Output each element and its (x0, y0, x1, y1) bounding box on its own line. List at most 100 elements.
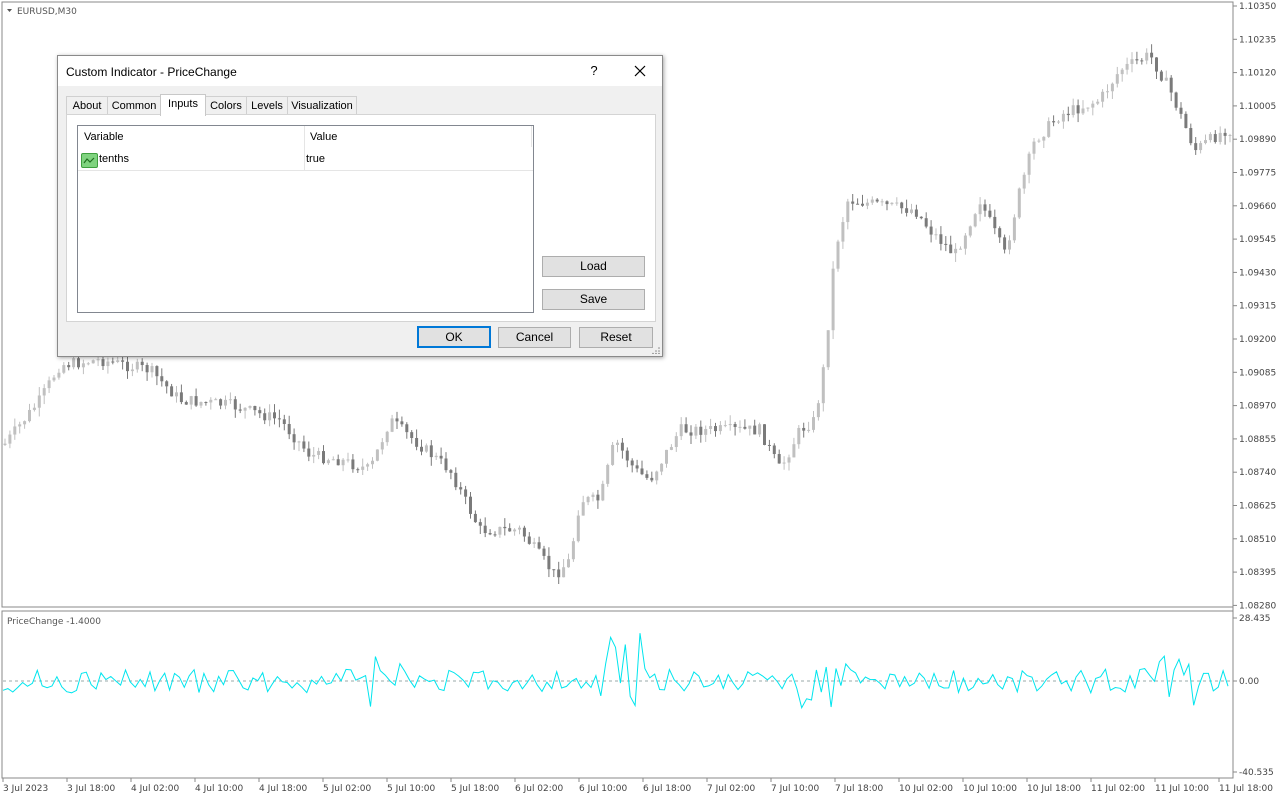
candle-body (96, 359, 100, 361)
candle-body (1164, 77, 1168, 81)
candle-body (993, 216, 997, 229)
collapse-triangle-icon[interactable] (7, 9, 12, 12)
symbol-label: EURUSD,M30 (17, 7, 77, 17)
indicator-frame (1, 610, 1234, 779)
candle-body (351, 459, 355, 470)
candle-body (268, 412, 272, 421)
candle-body (1052, 121, 1056, 123)
candle-body (86, 363, 90, 365)
candle-body (777, 454, 781, 464)
time-tick-label: 11 Jul 02:00 (1091, 784, 1145, 794)
inputs-grid[interactable]: Variable Value tenths true (77, 125, 534, 313)
reset-button[interactable]: Reset (579, 327, 653, 348)
variable-name-cell[interactable]: tenths (99, 149, 129, 169)
candle-body (753, 425, 757, 435)
candle-body (483, 525, 487, 534)
tab-visualization[interactable]: Visualization (287, 96, 357, 115)
candle-body (287, 424, 291, 435)
candle-body (233, 399, 237, 410)
tab-about[interactable]: About (66, 96, 108, 115)
price-tick-label: 1.08625 (1239, 502, 1276, 512)
candle-body (473, 513, 477, 523)
candle-body (733, 424, 737, 427)
candle-body (767, 444, 771, 446)
candle-body (1003, 237, 1007, 250)
dialog-titlebar[interactable]: Custom Indicator - PriceChange ? (58, 56, 662, 86)
candle-body (532, 542, 536, 544)
candle-body (219, 399, 223, 406)
time-tick-label: 6 Jul 02:00 (515, 784, 564, 794)
candle-body (130, 369, 134, 372)
candle-body (557, 569, 561, 578)
time-tick-label: 4 Jul 18:00 (259, 784, 308, 794)
candle-body (302, 441, 306, 449)
candle-body (620, 442, 624, 451)
candle-body (375, 449, 379, 461)
candle-body (645, 474, 649, 478)
price-tick-label: 1.08510 (1239, 535, 1276, 545)
candle-body (145, 365, 149, 373)
price-tick-label: 1.09660 (1239, 202, 1276, 212)
candle-body (934, 234, 938, 236)
candle-body (1135, 59, 1139, 61)
candle-body (959, 248, 962, 250)
candle-body (988, 210, 992, 217)
cancel-button[interactable]: Cancel (498, 327, 571, 348)
candle-body (434, 455, 438, 458)
candle-body (449, 470, 453, 473)
candle-body (841, 222, 845, 242)
tab-common[interactable]: Common (107, 96, 161, 115)
candle-body (52, 377, 56, 381)
time-tick-label: 10 Jul 10:00 (963, 784, 1017, 794)
variable-column-header[interactable]: Variable (84, 126, 124, 147)
time-tick-label: 6 Jul 18:00 (643, 784, 692, 794)
candle-body (1032, 141, 1036, 154)
dialog-title: Custom Indicator - PriceChange (66, 65, 237, 79)
candle-body (944, 243, 948, 245)
candle-body (488, 533, 492, 535)
candle-body (371, 460, 374, 465)
candle-body (679, 424, 683, 437)
load-button[interactable]: Load (542, 256, 645, 277)
candle-body (954, 248, 958, 254)
candle-body (963, 235, 967, 249)
price-tick-label: 1.08395 (1239, 568, 1276, 578)
resize-grip-icon[interactable] (652, 346, 660, 354)
candle-body (23, 421, 27, 425)
candle-body (836, 241, 840, 269)
time-tick-label: 4 Jul 02:00 (131, 784, 180, 794)
price-tick-label: 1.09200 (1239, 335, 1276, 345)
tab-colors[interactable]: Colors (205, 96, 247, 115)
candle-body (1204, 140, 1207, 144)
candle-body (1106, 91, 1109, 93)
help-button[interactable]: ? (578, 58, 610, 84)
candle-body (1101, 91, 1105, 102)
bool-variable-icon (81, 153, 98, 168)
candle-body (1218, 132, 1222, 142)
candle-body (596, 494, 600, 501)
candle-body (356, 469, 360, 471)
candle-body (400, 421, 404, 425)
candle-body (738, 426, 742, 428)
candle-body (121, 360, 125, 362)
candle-body (865, 202, 869, 206)
candle-body (718, 425, 722, 432)
candle-body (723, 425, 727, 427)
candle-body (949, 244, 953, 254)
candle-body (243, 407, 247, 411)
tab-inputs[interactable]: Inputs (160, 94, 206, 116)
candle-body (968, 226, 972, 236)
candle-body (802, 427, 806, 431)
price-change-line (2, 633, 1229, 710)
tab-levels[interactable]: Levels (246, 96, 288, 115)
save-button[interactable]: Save (542, 289, 645, 310)
close-button[interactable] (624, 58, 656, 84)
candle-body (1189, 128, 1193, 144)
value-column-header[interactable]: Value (310, 126, 337, 147)
candle-body (238, 409, 242, 411)
time-tick-label: 3 Jul 18:00 (67, 784, 116, 794)
candle-body (513, 529, 517, 532)
variable-value-cell[interactable]: true (306, 149, 325, 169)
candle-body (674, 436, 678, 448)
ok-button[interactable]: OK (417, 326, 491, 348)
